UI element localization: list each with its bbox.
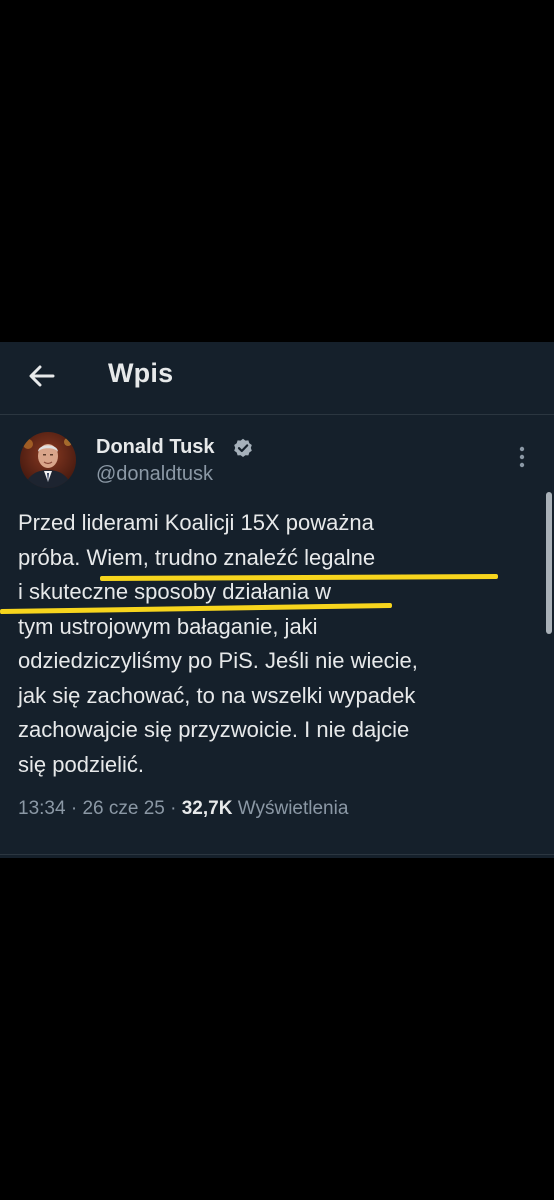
screen: Wpis Donald Tusk @donaldtusk Przed lider…: [0, 0, 554, 1200]
back-button[interactable]: [26, 360, 58, 392]
meta-separator: ·: [164, 798, 182, 819]
more-options-button[interactable]: [510, 444, 534, 470]
post-meta: 13:34 · 26 cze 25 · 32,7K Wyświetlenia: [18, 798, 348, 820]
post-text-line: Przed liderami Koalicji 15X poważna: [18, 510, 374, 535]
meta-separator: ·: [65, 798, 83, 819]
more-vertical-icon: [519, 446, 525, 468]
post-text: Przed liderami Koalicji 15X poważna prób…: [18, 506, 518, 782]
scrollbar-thumb[interactable]: [546, 492, 552, 634]
author-handle[interactable]: @donaldtusk: [96, 463, 213, 486]
verified-badge-icon: [233, 438, 253, 458]
views-count[interactable]: 32,7K: [182, 798, 233, 819]
post-text-line: zachowajcie się przyzwoicie. I nie dajci…: [18, 717, 410, 742]
post-text-line: tym ustrojowym bałaganie, jaki: [18, 613, 318, 639]
post-text-line: jak się zachować, to na wszelki wypadek: [18, 682, 416, 708]
avatar[interactable]: [20, 432, 76, 488]
views-label: Wyświetlenia: [232, 798, 349, 819]
top-app-bar: Wpis: [0, 342, 554, 415]
post-text-line: odziedziczyliśmy po PiS. Jeśli nie wieci…: [18, 648, 418, 673]
post-date: 26 cze 25: [82, 798, 165, 819]
post-text-line: się podzielić.: [18, 751, 144, 777]
post-time: 13:34: [18, 798, 66, 819]
post-panel: Wpis Donald Tusk @donaldtusk Przed lider…: [0, 342, 554, 858]
post-text-line: próba. Wiem, trudno znaleźć legalne: [18, 544, 376, 570]
page-title: Wpis: [108, 358, 174, 388]
arrow-left-icon: [29, 365, 55, 387]
avatar-photo: [20, 432, 76, 488]
divider: [0, 854, 554, 855]
author-name[interactable]: Donald Tusk: [96, 436, 215, 459]
